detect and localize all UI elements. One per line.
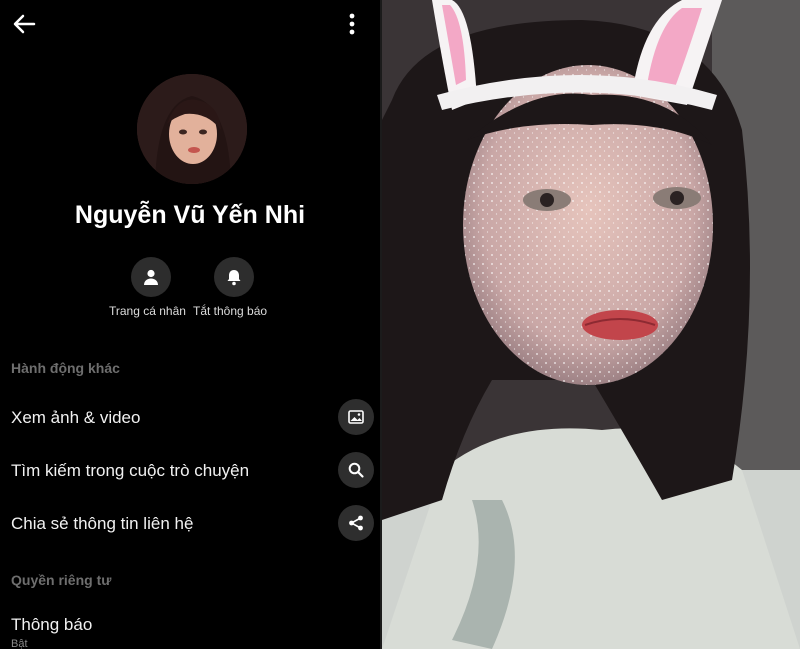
back-arrow-icon[interactable]: [10, 10, 38, 38]
search-icon[interactable]: [338, 452, 374, 488]
menu-item-view-media[interactable]: Xem ảnh & video: [11, 408, 140, 428]
profile-button-label: Trang cá nhân: [109, 304, 186, 318]
menu-item-share-contact[interactable]: Chia sẻ thông tin liên hệ: [11, 514, 193, 534]
contact-name: Nguyễn Vũ Yến Nhi: [74, 201, 306, 229]
profile-button[interactable]: [131, 257, 171, 297]
image-icon[interactable]: [338, 399, 374, 435]
section-title-privacy: Quyền riêng tư: [11, 572, 112, 588]
mute-notifications-button[interactable]: [214, 257, 254, 297]
menu-item-notifications[interactable]: Thông báo: [11, 615, 92, 635]
avatar[interactable]: [137, 74, 247, 184]
selfie-photo: [382, 0, 800, 649]
notifications-status: Bật: [11, 638, 28, 649]
bell-icon: [227, 270, 241, 286]
menu-item-search-conversation[interactable]: Tìm kiếm trong cuộc trò chuyện: [11, 461, 249, 481]
more-options-icon[interactable]: [340, 10, 364, 38]
share-icon[interactable]: [338, 505, 374, 541]
conversation-info-panel: Nguyễn Vũ Yến Nhi Trang cá nhân Tắt thôn…: [0, 0, 380, 649]
mute-button-label: Tắt thông báo: [193, 304, 268, 318]
section-title-more-actions: Hành động khác: [11, 360, 120, 376]
person-icon: [144, 269, 158, 285]
